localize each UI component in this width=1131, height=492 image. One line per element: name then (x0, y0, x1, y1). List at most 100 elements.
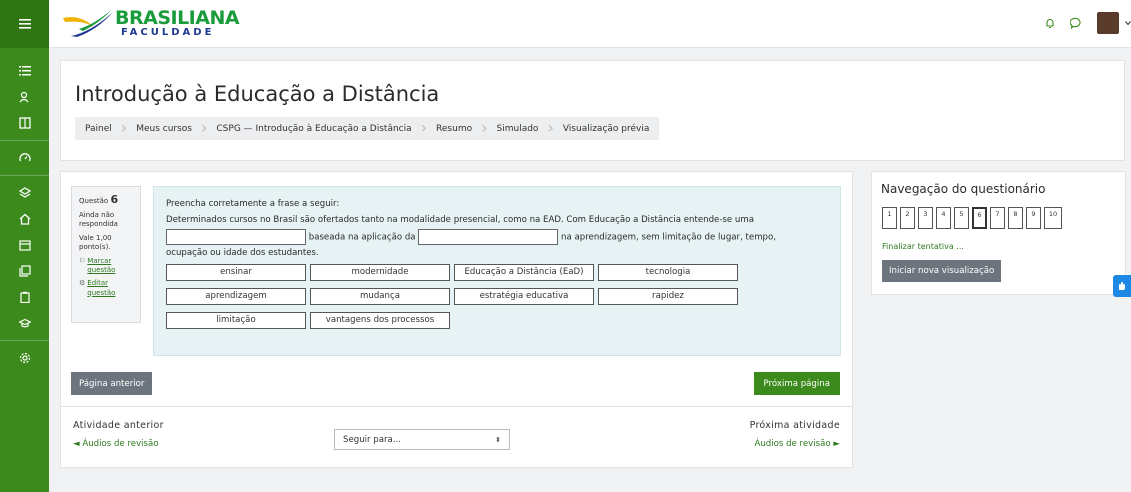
question-nav-button[interactable]: 3 (918, 207, 933, 229)
graduation-cap-icon (18, 318, 31, 328)
breadcrumb-item[interactable]: Meus cursos (112, 119, 192, 138)
nav-dashboard-button[interactable] (0, 145, 49, 171)
edit-question-link[interactable]: ⚙ Editar questão (79, 279, 133, 298)
jump-to-select[interactable]: Seguir para... ⬍ (334, 429, 510, 450)
choice-chip[interactable]: limitação (166, 312, 306, 330)
nav-participants-button[interactable] (0, 84, 49, 110)
user-menu-area (1044, 12, 1131, 34)
breadcrumb: Painel Meus cursos CSPG — Introdução à E… (75, 117, 660, 140)
question-nav-button[interactable]: 8 (1008, 207, 1023, 229)
nav-list-button[interactable] (0, 58, 49, 84)
previous-activity-heading: Atividade anterior (73, 420, 164, 431)
question-card: Questão 6 Ainda não respondida Vale 1,00… (60, 171, 853, 468)
breadcrumb-item[interactable]: Visualização prévia (538, 119, 650, 138)
question-info-panel: Questão 6 Ainda não respondida Vale 1,00… (71, 186, 141, 323)
nav-clipboard-button[interactable] (0, 284, 49, 310)
question-text: Determinados cursos no Brasil são oferta… (166, 213, 828, 262)
choice-bank: ensinar modernidade Educação a Distância… (166, 264, 828, 330)
question-label: Questão (79, 197, 109, 205)
question-nav-button[interactable]: 7 (990, 207, 1005, 229)
choice-chip[interactable]: tecnologia (598, 264, 738, 282)
chevron-down-icon[interactable] (1125, 20, 1131, 26)
home-icon (19, 213, 30, 225)
layers-icon (18, 187, 31, 198)
clipboard-icon (19, 291, 30, 303)
nav-layers-button[interactable] (0, 180, 49, 206)
question-content: Preencha corretamente a frase a seguir: … (153, 186, 841, 356)
choice-chip[interactable]: modernidade (310, 264, 450, 282)
question-text-part: ocupação ou idade dos estudantes. (166, 248, 319, 259)
question-number: Questão 6 (79, 193, 133, 208)
question-nav-button[interactable]: 9 (1026, 207, 1041, 229)
choice-chip[interactable]: Educação a Distância (EaD) (454, 264, 594, 282)
menu-toggle-button[interactable] (0, 0, 49, 48)
brand-logo[interactable]: BRASILIANA FACULDADE (61, 6, 240, 42)
previous-activity-link[interactable]: ◄ Áudios de revisão (73, 439, 159, 449)
brand-subtitle: FACULDADE (121, 27, 215, 38)
question-navigation-grid: 1 2 3 4 5 6 7 8 9 10 (882, 207, 1062, 229)
question-status: Ainda não respondida (79, 210, 118, 229)
finish-attempt-link[interactable]: Finalizar tentativa ... (882, 242, 964, 251)
nav-grades-button[interactable] (0, 110, 49, 136)
choice-chip[interactable]: ensinar (166, 264, 306, 282)
select-arrows-icon: ⬍ (495, 435, 501, 444)
breadcrumb-item[interactable]: Simulado (472, 119, 539, 138)
files-icon (18, 265, 31, 277)
list-icon (18, 66, 31, 76)
user-avatar[interactable] (1097, 12, 1119, 34)
question-nav-button[interactable]: 10 (1044, 207, 1062, 229)
question-nav-button[interactable]: 5 (954, 207, 969, 229)
question-nav-button[interactable]: 2 (900, 207, 915, 229)
nav-home-button[interactable] (0, 206, 49, 232)
book-icon (18, 117, 31, 129)
next-activity-link[interactable]: Áudios de revisão ► (754, 439, 840, 449)
hamburger-icon (18, 19, 31, 29)
next-page-button[interactable]: Próxima página (753, 372, 840, 395)
choice-chip[interactable]: estratégia educativa (454, 288, 594, 306)
question-nav-button[interactable]: 1 (882, 207, 897, 229)
nav-files-button[interactable] (0, 258, 49, 284)
calendar-icon (18, 240, 31, 251)
brand-swoosh-icon (63, 10, 113, 37)
flag-icon: ⚐ (79, 256, 86, 265)
nav-courses-button[interactable] (0, 310, 49, 336)
jump-to-select-value: Seguir para... (343, 434, 402, 445)
drop-zone-2[interactable] (418, 228, 559, 245)
question-text-part: Determinados cursos no Brasil são oferta… (166, 214, 755, 225)
quiz-navigation-title: Navegação do questionário (881, 182, 1046, 196)
nav-calendar-button[interactable] (0, 232, 49, 258)
question-nav-button-current[interactable]: 6 (972, 207, 987, 229)
chat-icon[interactable] (1070, 17, 1083, 29)
choice-chip[interactable]: vantagens dos processos (310, 312, 450, 330)
choice-chip[interactable]: mudança (310, 288, 450, 306)
breadcrumb-item[interactable]: CSPG — Introdução à Educação a Distância (192, 119, 411, 138)
gear-icon (19, 352, 30, 364)
bell-icon[interactable] (1044, 17, 1056, 29)
question-prompt: Preencha corretamente a frase a seguir: (166, 199, 340, 209)
breadcrumb-item[interactable]: Resumo (412, 119, 472, 138)
brand-name: BRASILIANA (115, 7, 240, 29)
flag-question-link[interactable]: ⚐ Marcar questão (79, 257, 133, 276)
drop-zone-1[interactable] (166, 228, 306, 245)
accessibility-tab[interactable] (1113, 275, 1131, 297)
breadcrumb-item[interactable]: Painel (85, 124, 112, 134)
quiz-navigation-block: Navegação do questionário 1 2 3 4 5 6 7 … (871, 171, 1126, 295)
gauge-icon (18, 153, 31, 162)
next-activity-heading: Próxima atividade (749, 420, 840, 431)
question-number-value: 6 (110, 193, 119, 206)
question-text-part: na aprendizagem, sem limitação de lugar,… (561, 232, 777, 243)
page-header: Introdução à Educação a Distância Painel… (60, 60, 1125, 161)
start-new-preview-button[interactable]: Iniciar nova visualização (882, 260, 1002, 282)
question-points: Vale 1,00 ponto(s). (79, 233, 112, 252)
choice-chip[interactable]: aprendizagem (166, 288, 306, 306)
top-navbar: BRASILIANA FACULDADE (49, 0, 1131, 48)
edit-question-label[interactable]: Editar questão (87, 279, 133, 298)
choice-chip[interactable]: rapidez (598, 288, 738, 306)
page-title: Introdução à Educação a Distância (75, 82, 440, 106)
question-nav-button[interactable]: 4 (936, 207, 951, 229)
users-icon (18, 91, 29, 103)
nav-settings-button[interactable] (0, 345, 49, 371)
hand-icon (1119, 282, 1125, 290)
previous-page-button[interactable]: Página anterior (71, 372, 153, 395)
flag-question-label[interactable]: Marcar questão (87, 257, 133, 276)
